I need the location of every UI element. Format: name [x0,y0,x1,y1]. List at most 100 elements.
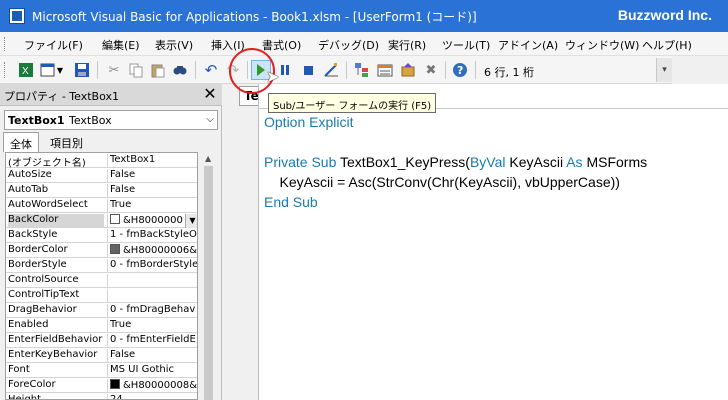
property-value[interactable]: 1 - fmBackStyleO [107,229,197,243]
property-value[interactable]: 0 - fmDragBehav [107,304,197,318]
toolbox-icon[interactable]: ✖ [421,60,441,80]
property-value-text: 1 - fmBackStyleO [110,229,197,240]
close-icon[interactable]: ✕ [202,86,218,102]
property-value-text: True [110,319,132,330]
copy-icon[interactable] [126,60,146,80]
property-row[interactable]: EnterFieldBehavior 0 - fmEnterFieldE [6,333,197,348]
property-value-text: 0 - fmDragBehav [110,304,196,315]
design-mode-icon[interactable] [321,60,341,80]
property-value[interactable]: True [107,199,197,213]
property-row[interactable]: (オブジェクト名) TextBox1 [6,153,197,168]
property-value[interactable] [107,274,197,288]
menu-edit[interactable]: 編集(E) [102,37,140,53]
code-line[interactable]: Option Explicit [264,114,353,130]
save-icon[interactable] [72,60,92,80]
code-line[interactable]: Private Sub TextBox1_KeyPress(ByVal KeyA… [264,154,647,170]
menu-run[interactable]: 実行(R) [388,37,426,53]
tab-categorized[interactable]: 項目別 [44,132,89,152]
scroll-up-icon[interactable]: ▲ [205,154,211,163]
menu-window[interactable]: ウィンドウ(W) [565,37,639,53]
mouse-pointer-icon: ➤ [266,67,280,86]
property-value[interactable]: 24 [107,394,197,399]
svg-text:X: X [22,66,29,77]
properties-tabs: 全体 項目別 [0,132,222,152]
property-row[interactable]: EnterKeyBehavior False [6,348,197,363]
insert-dropdown-icon[interactable]: ▼ [54,60,66,80]
property-row[interactable]: Font MS UI Gothic [6,363,197,378]
property-row[interactable]: AutoSize False [6,168,197,183]
property-value[interactable]: False [107,184,197,198]
property-row[interactable]: DragBehavior 0 - fmDragBehav [6,303,197,318]
menu-help[interactable]: ヘルプ(H) [642,37,692,53]
toolbar-grip[interactable] [4,62,7,78]
property-value-text: 0 - fmEnterFieldE [110,334,196,345]
property-row[interactable]: BorderStyle 0 - fmBorderStyle [6,258,197,273]
menu-addins[interactable]: アドイン(A) [498,37,558,53]
project-explorer-icon[interactable] [352,60,372,80]
menu-tools[interactable]: ツール(T) [442,37,490,53]
property-name: ControlSource [8,274,79,285]
vba-app-icon [9,8,25,24]
property-value[interactable]: &H80000006& [107,244,197,258]
property-name: Height [8,394,42,400]
help-icon[interactable]: ? [450,60,470,80]
property-row[interactable]: BackStyle 1 - fmBackStyleO [6,228,197,243]
code-editor[interactable] [258,84,728,400]
toolbar-separator [195,61,196,79]
property-value[interactable]: &H80000008& [107,379,198,393]
excel-icon[interactable]: X [16,60,36,80]
tab-alphabetic[interactable]: 全体 [3,132,39,152]
property-row[interactable]: BackColor &H8000000 ▼ [6,213,197,228]
property-value[interactable]: TextBox1 [107,154,197,168]
property-value[interactable]: 0 - fmBorderStyle [107,259,197,273]
property-name: EnterKeyBehavior [8,349,98,360]
property-name: BorderColor [8,244,68,255]
object-browser-icon[interactable] [398,60,418,80]
property-value[interactable]: False [107,349,197,363]
color-swatch [110,214,120,224]
property-value[interactable]: False [107,169,197,183]
code-window-margin [222,84,258,400]
menu-file[interactable]: ファイル(F) [24,37,83,53]
chevron-down-icon[interactable]: ⌵ [206,114,214,125]
property-scrollbar[interactable]: ▲ [200,152,218,400]
property-value[interactable]: MS UI Gothic [107,364,197,378]
object-selector[interactable]: TextBox1 TextBox ⌵ [4,110,218,130]
toolbar-options-button[interactable]: ▾ [656,58,672,82]
color-swatch [110,244,120,254]
code-line[interactable]: KeyAscii = Asc(StrConv(Chr(KeyAscii), vb… [264,174,620,190]
property-value[interactable]: &H8000000 ▼ [107,214,197,228]
property-row[interactable]: BorderColor &H80000006& [6,243,197,258]
property-row[interactable]: AutoWordSelect True [6,198,197,213]
property-value[interactable]: 0 - fmEnterFieldE [107,334,197,348]
code-line[interactable]: End Sub [264,194,318,210]
property-name: EnterFieldBehavior [8,334,103,345]
scroll-thumb[interactable] [204,166,213,400]
property-row[interactable]: ForeColor &H80000008& [6,378,198,393]
property-row[interactable]: ControlTipText [6,288,197,303]
cursor-position: 6 行, 1 桁 [484,66,534,79]
property-row[interactable]: Height 24 [6,393,197,400]
property-value[interactable]: True [107,319,197,333]
paste-icon[interactable] [148,60,168,80]
find-icon[interactable] [170,60,190,80]
menu-grip[interactable] [4,37,7,51]
properties-window-icon[interactable] [375,60,395,80]
menu-format[interactable]: 書式(O) [262,37,301,53]
undo-icon[interactable]: ↶ [201,60,221,80]
property-value-text: True [110,199,132,210]
properties-title: プロパティ - TextBox1 [4,90,119,103]
object-type: TextBox [69,114,112,127]
menu-debug[interactable]: デバッグ(D) [318,37,379,53]
property-row[interactable]: Enabled True [6,318,197,333]
reset-icon[interactable] [298,60,318,80]
property-value[interactable] [107,289,197,303]
property-name: AutoTab [8,184,49,195]
property-value-text: &H80000008& [123,380,198,391]
menu-view[interactable]: 表示(V) [155,37,193,53]
property-row[interactable]: AutoTab False [6,183,197,198]
cut-icon[interactable]: ✂ [104,60,124,80]
property-row[interactable]: ControlSource [6,273,197,288]
chevron-down-icon[interactable]: ▼ [185,214,197,228]
property-name: DragBehavior [8,304,77,315]
